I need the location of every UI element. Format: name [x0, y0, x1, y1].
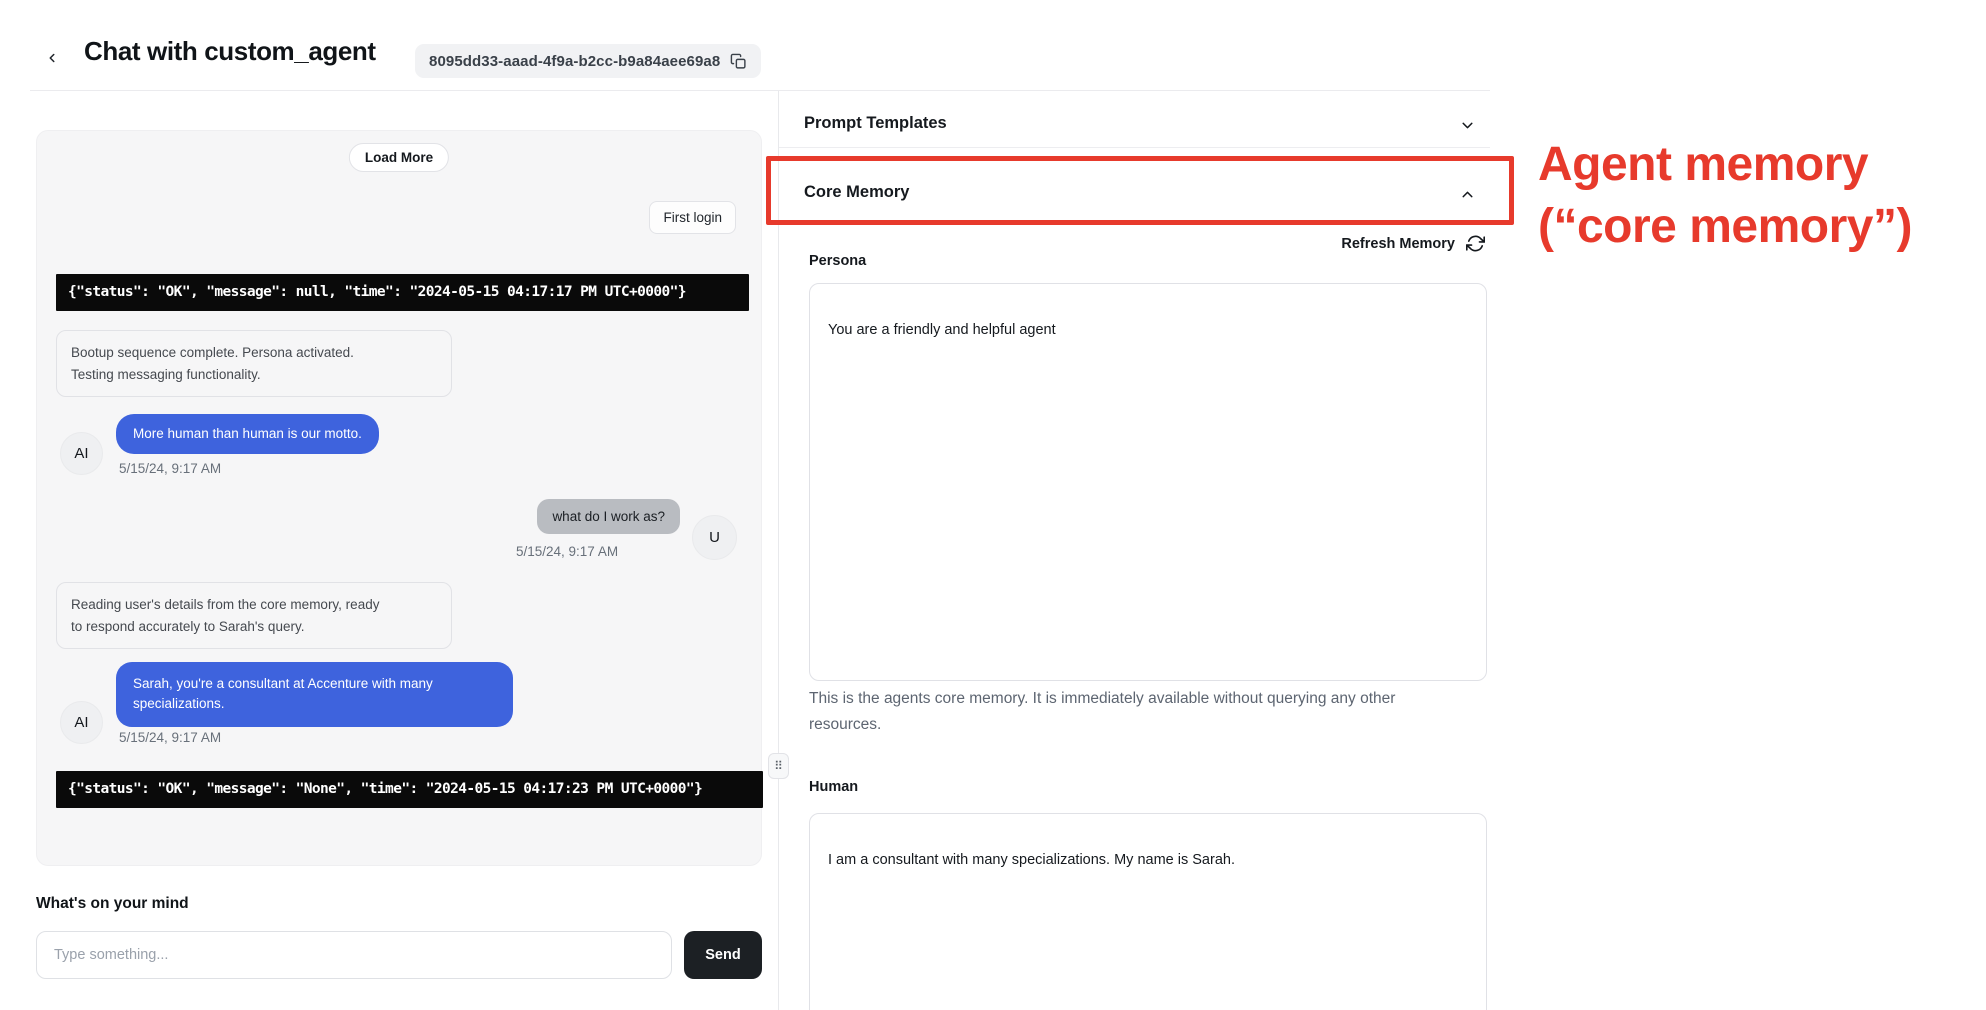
section-divider: [779, 147, 1490, 148]
refresh-icon: [1466, 234, 1485, 253]
chevron-left-icon: [45, 51, 59, 65]
page-title: Chat with custom_agent: [84, 36, 376, 67]
human-field-label: Human: [809, 779, 858, 795]
chat-app-page: Chat with custom_agent 8095dd33-aaad-4f9…: [0, 0, 1986, 1010]
section-header-prompt-templates[interactable]: Prompt Templates: [804, 114, 947, 133]
message-input[interactable]: [36, 931, 672, 979]
chat-transcript-panel: Load More First login {"status": "OK", "…: [36, 130, 762, 866]
section-header-core-memory[interactable]: Core Memory: [804, 183, 909, 202]
annotation-line-2: (“core memory”): [1538, 196, 1912, 258]
system-status-message: {"status": "OK", "message": null, "time"…: [56, 274, 749, 311]
grip-dots-icon: ⠿: [774, 760, 783, 772]
agent-thought-message: Bootup sequence complete. Persona activa…: [56, 330, 452, 397]
agent-id-value: 8095dd33-aaad-4f9a-b2cc-b9a84aee69a8: [429, 53, 720, 70]
refresh-memory-button[interactable]: Refresh Memory: [1000, 234, 1485, 253]
panel-divider: [778, 91, 779, 1010]
composer-label: What's on your mind: [36, 895, 189, 913]
copy-icon[interactable]: [730, 53, 747, 70]
agent-thought-message: Reading user's details from the core mem…: [56, 582, 452, 649]
header-divider: [30, 90, 1490, 91]
avatar-ai: AI: [60, 701, 103, 744]
load-more-button[interactable]: Load More: [349, 143, 449, 172]
avatar-user: U: [692, 515, 737, 560]
core-memory-description: This is the agents core memory. It is im…: [809, 686, 1457, 738]
human-memory-textarea[interactable]: I am a consultant with many specializati…: [809, 813, 1487, 1010]
first-login-badge: First login: [649, 201, 736, 234]
message-timestamp: 5/15/24, 9:17 AM: [119, 730, 221, 745]
avatar-ai: AI: [60, 432, 103, 475]
user-message-bubble: what do I work as?: [537, 499, 680, 534]
system-status-message: {"status": "OK", "message": "None", "tim…: [56, 771, 763, 808]
message-timestamp: 5/15/24, 9:17 AM: [119, 461, 221, 476]
annotation-text: Agent memory (“core memory”): [1538, 134, 1912, 259]
agent-id-badge[interactable]: 8095dd33-aaad-4f9a-b2cc-b9a84aee69a8: [415, 44, 761, 78]
chevron-down-icon[interactable]: [1459, 117, 1476, 134]
ai-message-bubble: More human than human is our motto.: [116, 414, 379, 454]
persona-field-label: Persona: [809, 253, 866, 269]
panel-resize-handle[interactable]: ⠿: [768, 753, 789, 779]
back-button[interactable]: [38, 44, 66, 72]
ai-message-bubble: Sarah, you're a consultant at Accenture …: [116, 662, 513, 727]
chevron-up-icon[interactable]: [1459, 186, 1476, 203]
persona-memory-textarea[interactable]: You are a friendly and helpful agent: [809, 283, 1487, 681]
annotation-line-1: Agent memory: [1538, 134, 1912, 196]
refresh-memory-label: Refresh Memory: [1341, 236, 1455, 252]
send-button[interactable]: Send: [684, 931, 762, 979]
message-timestamp: 5/15/24, 9:17 AM: [516, 544, 618, 559]
